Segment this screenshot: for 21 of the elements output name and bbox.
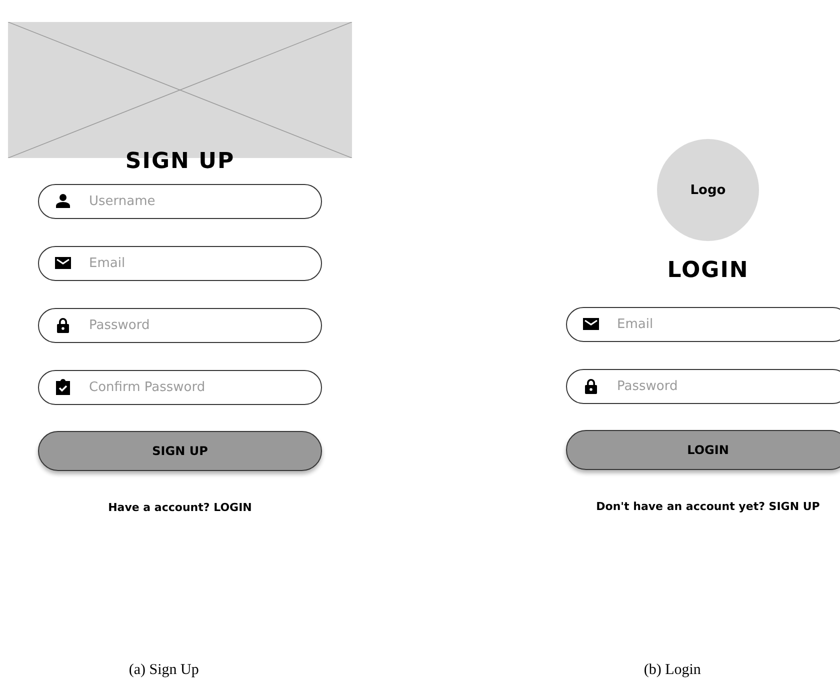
input-field[interactable]: Email bbox=[566, 307, 840, 342]
logo-text: Logo bbox=[690, 182, 726, 198]
figure-caption: (b) Login bbox=[642, 662, 702, 679]
clipboard-check-icon bbox=[55, 379, 71, 395]
mail-icon bbox=[55, 255, 71, 271]
figure-caption: (a) Sign Up bbox=[128, 662, 200, 679]
submit-button[interactable]: LOGIN bbox=[566, 430, 840, 470]
account-link[interactable]: Have a account? LOGIN bbox=[108, 501, 252, 514]
lock-icon bbox=[55, 317, 71, 333]
mail-icon bbox=[583, 316, 599, 332]
submit-button[interactable]: SIGN UP bbox=[38, 431, 322, 471]
input-field[interactable]: Username bbox=[38, 184, 322, 219]
screen-title: SIGN UP bbox=[125, 148, 235, 176]
input-field[interactable]: Password bbox=[566, 369, 840, 404]
input-field[interactable]: Password bbox=[38, 308, 322, 343]
input-field[interactable]: Email bbox=[38, 246, 322, 281]
input-field[interactable]: Confirm Password bbox=[38, 370, 322, 405]
user-icon bbox=[55, 193, 71, 209]
screen-title: LOGIN bbox=[667, 257, 749, 285]
account-link[interactable]: Don't have an account yet? SIGN UP bbox=[596, 500, 820, 513]
lock-icon bbox=[583, 378, 599, 394]
